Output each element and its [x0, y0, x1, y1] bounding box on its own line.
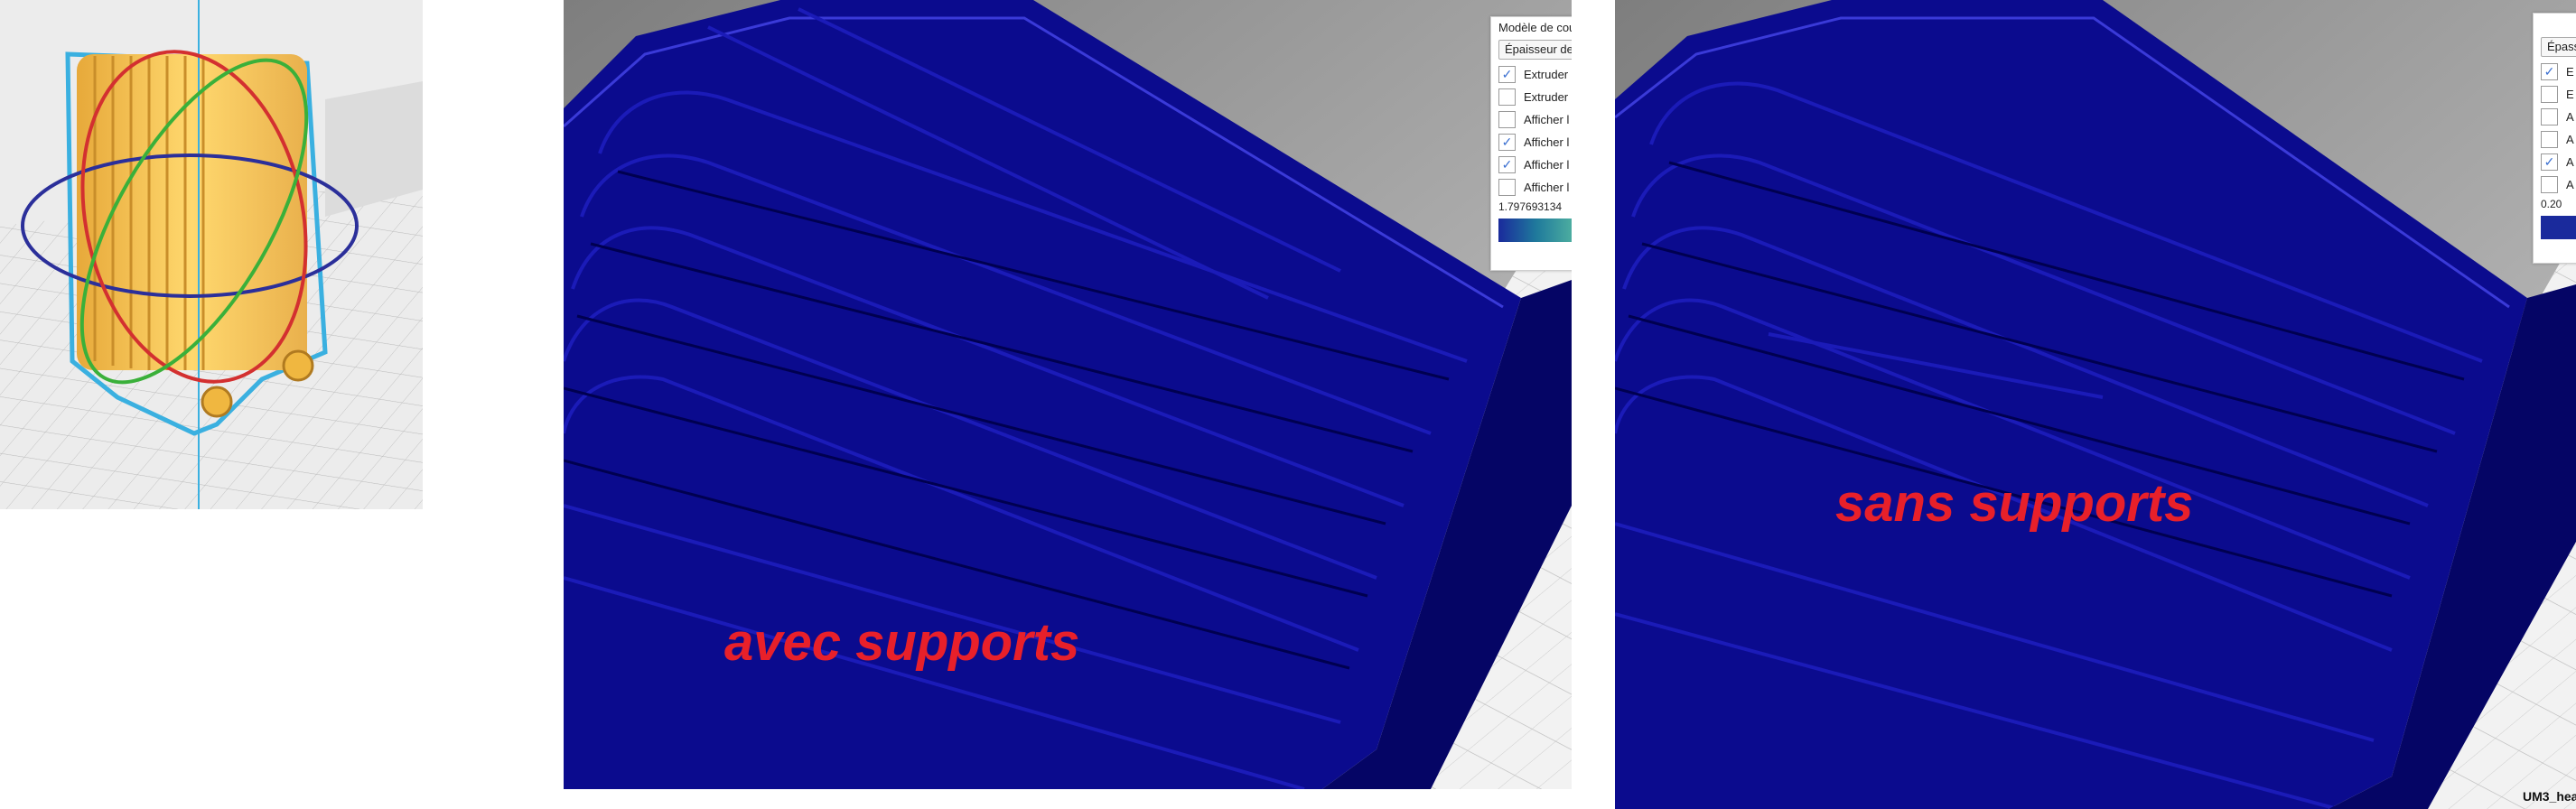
model-overview — [0, 0, 423, 509]
legend-without-option-3[interactable]: A — [2534, 128, 2576, 151]
legend-with-option-3[interactable]: ✓ Afficher l — [1491, 131, 1572, 153]
file-name-label: UM3_hea — [2523, 789, 2576, 804]
checkbox[interactable] — [2541, 108, 2558, 126]
option-label: Extruder — [1524, 68, 1569, 81]
checkbox[interactable]: ✓ — [1498, 134, 1516, 151]
color-gradient-bar — [1498, 219, 1572, 242]
color-gradient-bar — [2541, 216, 2576, 239]
checkbox[interactable] — [2541, 176, 2558, 193]
checkbox[interactable] — [1498, 88, 1516, 106]
color-scheme-select[interactable]: Épaisseur de — [1498, 40, 1572, 60]
layer-thickness-value: 0.20 — [2541, 198, 2562, 210]
checkbox[interactable] — [1498, 179, 1516, 196]
option-label: A — [2566, 155, 2574, 169]
checkbox[interactable] — [2541, 131, 2558, 148]
layer-view-legend-cropped: Épass ✓EEAA✓AA 0.20 — [2533, 13, 2576, 264]
legend-with-option-5[interactable]: Afficher l — [1491, 176, 1572, 199]
checkbox[interactable]: ✓ — [2541, 63, 2558, 80]
checkbox[interactable]: ✓ — [1498, 156, 1516, 173]
option-label: Afficher l — [1524, 181, 1570, 194]
model-viewport[interactable] — [0, 0, 423, 509]
option-label: Afficher l — [1524, 158, 1570, 172]
layer-view-legend: Modèle de cou Épaisseur de ✓ Extruder Extr… — [1490, 16, 1572, 271]
checkbox[interactable] — [1498, 111, 1516, 128]
caption-sans-supports: sans supports — [1835, 474, 2194, 533]
checkbox[interactable]: ✓ — [1498, 66, 1516, 83]
layer-thickness-value: 1.797693134 — [1498, 200, 1563, 213]
option-label: Extruder — [1524, 90, 1569, 104]
legend-without-option-1[interactable]: E — [2534, 83, 2576, 106]
option-label: E — [2566, 88, 2574, 101]
option-label: Afficher l — [1524, 113, 1570, 126]
option-label: E — [2566, 65, 2574, 79]
checkbox[interactable] — [2541, 86, 2558, 103]
legend-with-option-2[interactable]: Afficher l — [1491, 108, 1572, 131]
layer-viewport-without-supports[interactable] — [1615, 0, 2576, 809]
legend-with-option-1[interactable]: Extruder — [1491, 86, 1572, 108]
caption-avec-supports: avec supports — [724, 613, 1080, 672]
layer-view-without-supports: sans supports Épass ✓EEAA✓AA 0.20 UM3_he… — [1615, 0, 2576, 809]
option-label: A — [2566, 133, 2574, 146]
legend-with-option-0[interactable]: ✓ Extruder — [1491, 63, 1572, 86]
layer-view-with-supports: avec supports Modèle de cou Épaisseur de… — [564, 0, 1572, 789]
option-label: Afficher l — [1524, 135, 1570, 149]
legend-without-option-2[interactable]: A — [2534, 106, 2576, 128]
legend-without-option-0[interactable]: ✓ E — [2534, 60, 2576, 83]
color-scheme-select[interactable]: Épass — [2541, 37, 2576, 57]
legend-without-option-5[interactable]: A — [2534, 173, 2576, 196]
color-scheme-label: Modèle de cou — [1498, 21, 1572, 34]
option-label: A — [2566, 110, 2574, 124]
option-label: A — [2566, 178, 2574, 191]
checkbox[interactable]: ✓ — [2541, 153, 2558, 171]
legend-without-option-4[interactable]: ✓ A — [2534, 151, 2576, 173]
legend-with-option-4[interactable]: ✓ Afficher l — [1491, 153, 1572, 176]
